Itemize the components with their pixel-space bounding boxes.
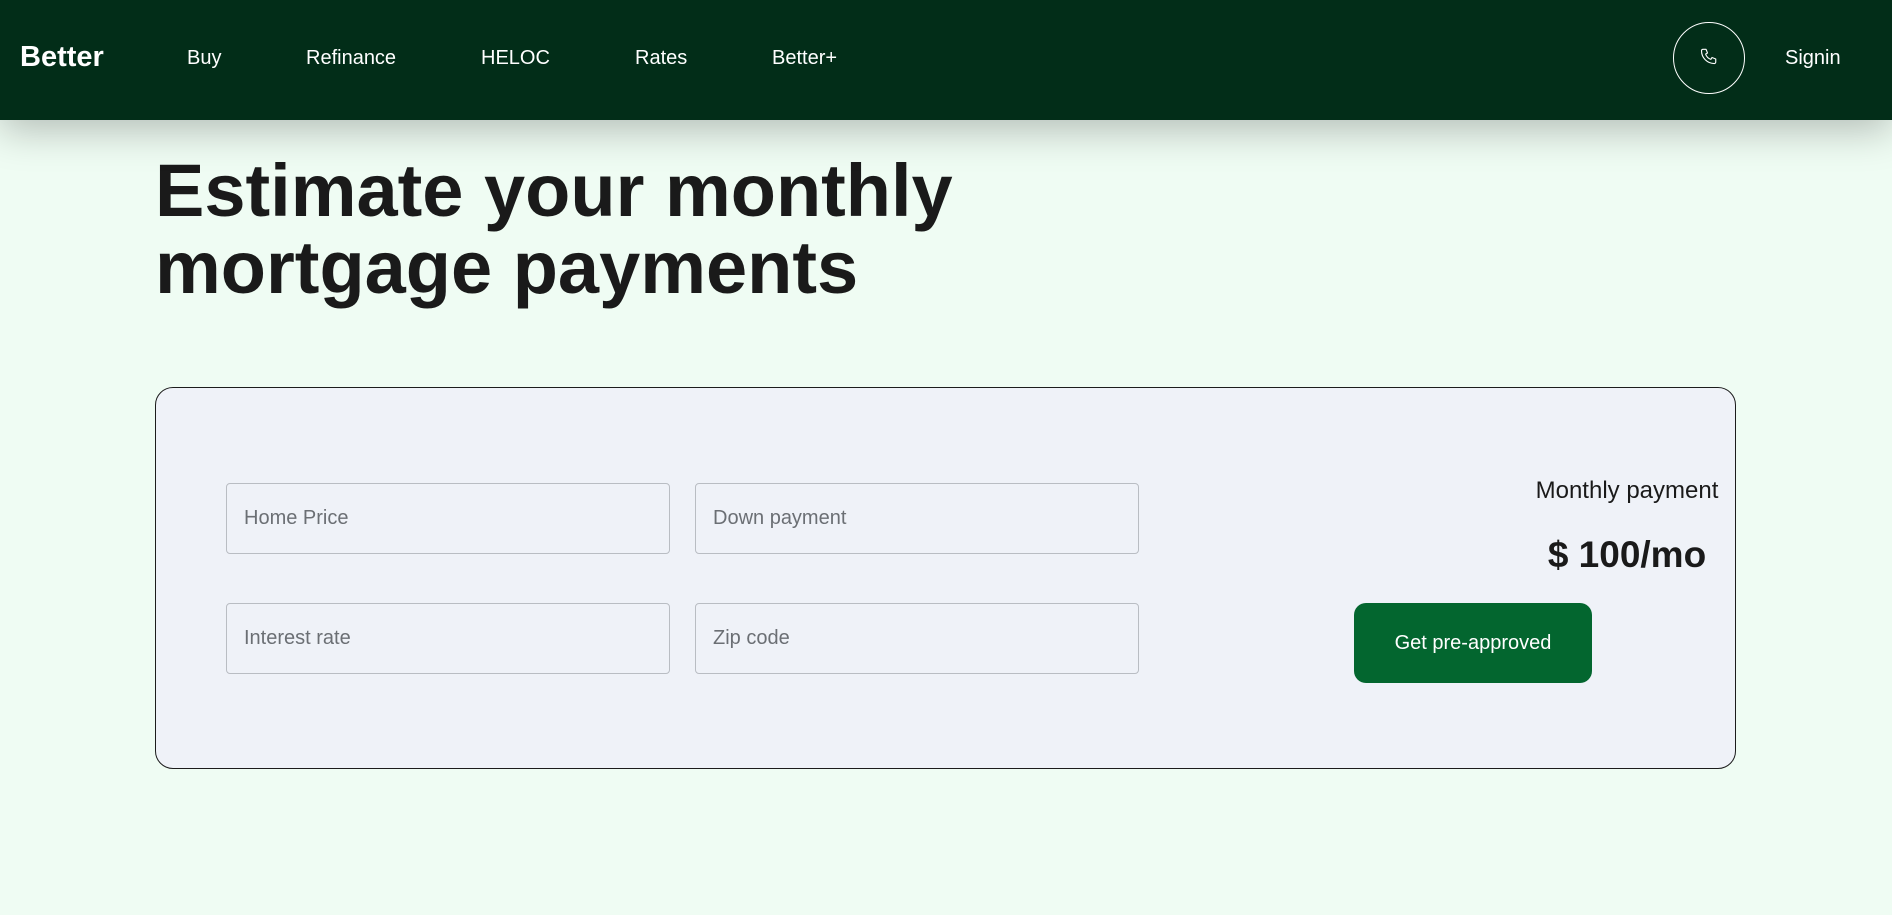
page-title: Estimate your monthly mortgage payments [155, 149, 953, 309]
brand-logo[interactable]: Better [20, 40, 104, 74]
nav-link-better-plus[interactable]: Better+ [772, 46, 837, 70]
nav-link-rates[interactable]: Rates [635, 46, 687, 70]
nav-link-heloc[interactable]: HELOC [481, 46, 550, 70]
signin-link[interactable]: Signin [1785, 46, 1841, 70]
nav-link-refinance[interactable]: Refinance [306, 46, 396, 70]
phone-button[interactable] [1673, 22, 1745, 94]
zip-code-input[interactable] [695, 603, 1139, 674]
monthly-payment-label: Monthly payment [1535, 477, 1719, 504]
phone-icon [1700, 47, 1718, 70]
get-pre-approved-button[interactable]: Get pre-approved [1354, 603, 1592, 683]
nav-link-buy[interactable]: Buy [187, 46, 221, 70]
home-price-input[interactable] [226, 483, 670, 554]
mortgage-calculator-card: Monthly payment $ 100/mo Get pre-approve… [155, 387, 1736, 769]
down-payment-input[interactable] [695, 483, 1139, 554]
top-navbar: Better Buy Refinance HELOC Rates Better+… [0, 0, 1892, 120]
monthly-payment-amount: $ 100/mo [1547, 534, 1707, 575]
interest-rate-input[interactable] [226, 603, 670, 674]
